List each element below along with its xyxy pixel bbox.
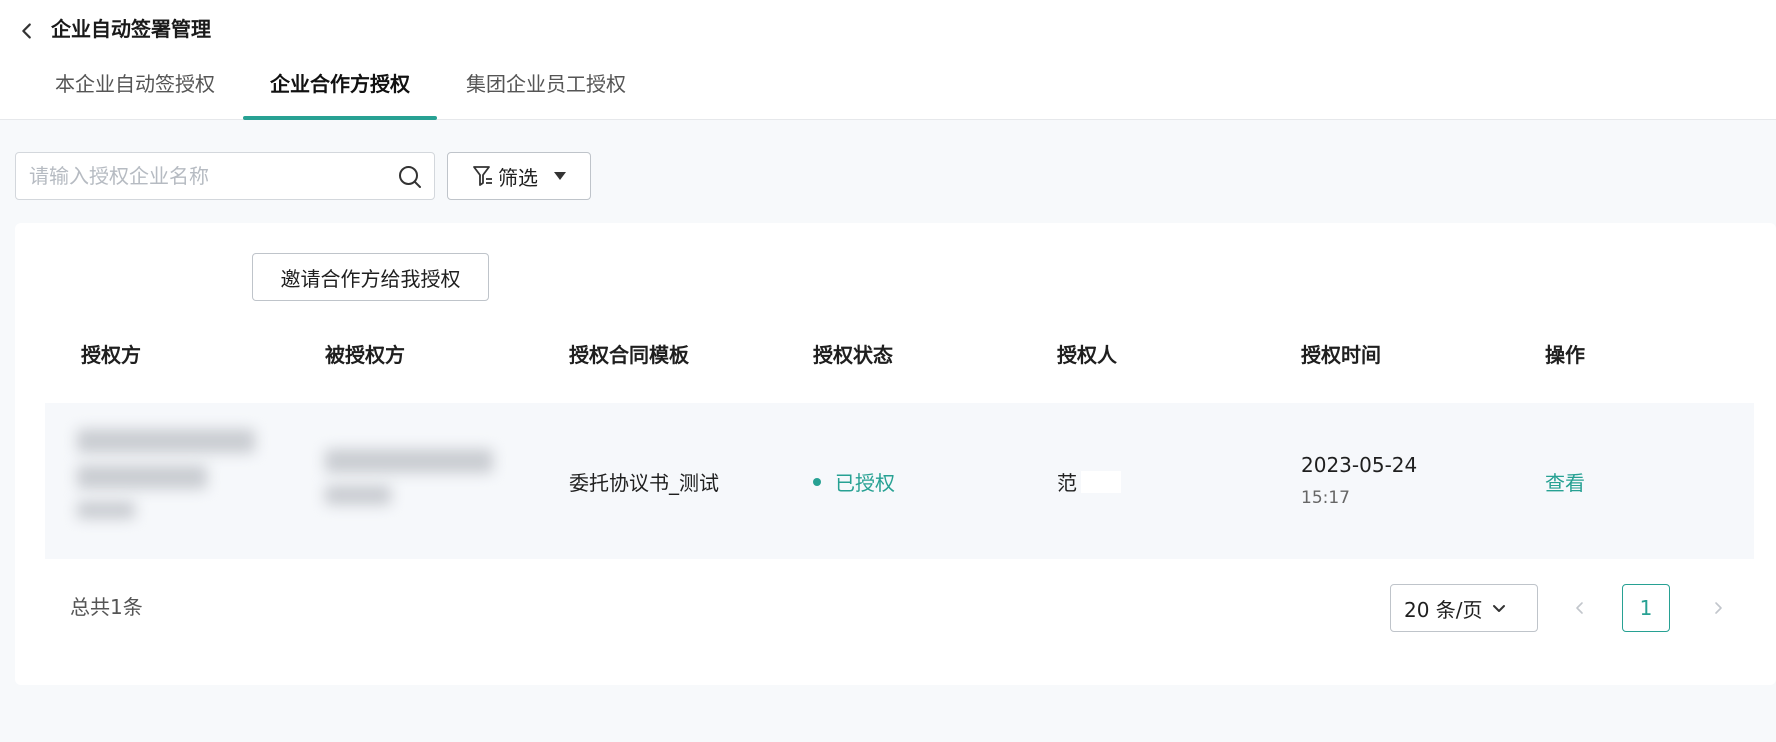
tab-group-employee[interactable]: 集团企业员工授权 xyxy=(462,64,630,120)
prev-page-button[interactable] xyxy=(1563,591,1597,625)
tab-own-enterprise[interactable]: 本企业自动签授权 xyxy=(51,64,219,120)
status-badge: 已授权 xyxy=(813,467,895,496)
table-row: 委托协议书_测试 已授权 范 2023-05-24 15:17 查看 xyxy=(45,403,1754,559)
search-icon[interactable] xyxy=(397,164,423,190)
search-box xyxy=(15,152,435,200)
status-text: 已授权 xyxy=(835,471,895,495)
authorization-time: 15:17 xyxy=(1301,488,1350,508)
page-size-select[interactable]: 20 条/页 xyxy=(1390,584,1538,632)
column-header-action: 操作 xyxy=(1545,343,1585,367)
column-header-status: 授权状态 xyxy=(813,343,893,367)
column-header-template: 授权合同模板 xyxy=(569,343,689,367)
next-page-button[interactable] xyxy=(1701,591,1735,625)
back-button[interactable] xyxy=(16,16,38,46)
authorization-date: 2023-05-24 xyxy=(1301,453,1418,477)
view-link[interactable]: 查看 xyxy=(1545,467,1585,496)
funnel-icon xyxy=(473,166,492,186)
column-header-authorizing-party: 授权方 xyxy=(81,343,141,367)
page-title: 企业自动签署管理 xyxy=(51,17,211,41)
top-bar: 企业自动签署管理 本企业自动签授权 企业合作方授权 集团企业员工授权 xyxy=(0,0,1776,120)
filter-label: 筛选 xyxy=(498,165,538,190)
tab-partner-authorization[interactable]: 企业合作方授权 xyxy=(243,64,437,120)
page-size-value: 20 条/页 xyxy=(1404,597,1483,622)
authorizer-name: 范 xyxy=(1057,471,1077,495)
search-input[interactable] xyxy=(16,153,386,199)
invite-partner-button[interactable]: 邀请合作方给我授权 xyxy=(252,253,489,301)
caret-down-icon xyxy=(554,172,566,180)
chevron-down-icon xyxy=(1492,605,1505,612)
column-header-time: 授权时间 xyxy=(1301,343,1381,367)
table-header: 授权方 被授权方 授权合同模板 授权状态 授权人 授权时间 操作 xyxy=(45,325,1754,385)
page-number-button[interactable]: 1 xyxy=(1622,584,1670,632)
column-header-authorized-party: 被授权方 xyxy=(325,343,405,367)
status-dot-icon xyxy=(813,478,821,486)
filter-button[interactable]: 筛选 xyxy=(447,152,591,200)
column-header-authorizer: 授权人 xyxy=(1057,343,1117,367)
total-count: 总共1条 xyxy=(70,595,143,619)
redaction-mask xyxy=(1081,471,1121,493)
template-name: 委托协议书_测试 xyxy=(569,471,719,495)
authorization-card: 邀请合作方给我授权 授权方 被授权方 授权合同模板 授权状态 授权人 授权时间 … xyxy=(15,223,1776,685)
chevron-left-icon xyxy=(22,23,31,39)
chevron-right-icon xyxy=(1715,602,1722,614)
chevron-left-icon xyxy=(1576,602,1583,614)
